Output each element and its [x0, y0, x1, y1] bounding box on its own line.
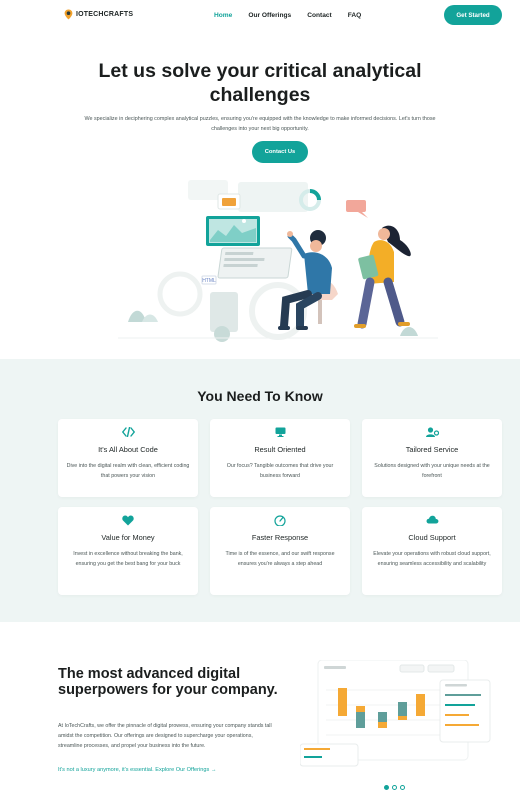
feature-card-result: Result Oriented Our focus? Tangible outc…	[210, 419, 350, 497]
hero-title: Let us solve your critical analytical ch…	[98, 60, 422, 106]
contact-us-button[interactable]: Contact Us	[252, 141, 308, 163]
hero-description: We specialize in deciphering complex ana…	[84, 116, 436, 132]
monitor-icon	[210, 427, 350, 439]
card-title: Value for Money	[101, 533, 155, 542]
card-description: Elevate your operations with robust clou…	[373, 551, 491, 567]
site-header: IOTECHCRAFTS Home Our Offerings Contact …	[0, 0, 520, 36]
advanced-title: The most advanced digital superpowers fo…	[58, 666, 278, 698]
nav-faq[interactable]: FAQ	[340, 11, 370, 21]
code-icon	[58, 427, 198, 439]
nav-home[interactable]: Home	[206, 11, 240, 21]
get-started-button[interactable]: Get Started	[444, 5, 502, 25]
brand-name: IOTECHCRAFTS	[76, 11, 134, 18]
card-description: Dive into the digital realm with clean, …	[66, 463, 190, 479]
section-title: You Need To Know	[197, 388, 323, 404]
carousel-dot[interactable]	[392, 785, 397, 790]
feature-card-cloud: Cloud Support Elevate your operations wi…	[362, 507, 502, 595]
feature-card-response: Faster Response Time is of the essence, …	[210, 507, 350, 595]
card-description: Time is of the essence, and our swift re…	[225, 551, 335, 567]
card-title: It's All About Code	[98, 445, 158, 454]
card-description: Invest in excellence without breaking th…	[73, 551, 183, 567]
feature-card-tailored: Tailored Service Solutions designed with…	[362, 419, 502, 497]
feature-card-code: It's All About Code Dive into the digita…	[58, 419, 198, 497]
card-title: Cloud Support	[408, 533, 456, 542]
carousel-dots	[384, 785, 405, 790]
logo-icon	[64, 9, 73, 20]
you-need-to-know-section: You Need To Know It's All About Code Div…	[0, 359, 520, 622]
card-title: Faster Response	[251, 533, 309, 542]
feature-card-value: Value for Money Invest in excellence wit…	[58, 507, 198, 595]
explore-offerings-link[interactable]: It's not a luxury anymore, it's essentia…	[58, 767, 216, 773]
card-title: Tailored Service	[405, 445, 459, 454]
dashboard-illustration	[300, 660, 491, 767]
speedometer-icon	[210, 515, 350, 527]
user-gear-icon	[362, 427, 502, 439]
cloud-icon	[362, 515, 502, 527]
card-description: Our focus? Tangible outcomes that drive …	[226, 463, 334, 479]
carousel-dot[interactable]	[384, 785, 389, 790]
hero-illustration: HTML CSS	[118, 180, 438, 342]
main-nav: Home Our Offerings Contact FAQ	[206, 11, 369, 21]
svg-text:HTML: HTML	[202, 278, 216, 284]
nav-contact[interactable]: Contact	[299, 11, 340, 21]
card-description: Solutions designed with your unique need…	[374, 463, 490, 479]
arrow-right-icon: →	[210, 767, 217, 773]
card-title: Result Oriented	[254, 445, 306, 454]
nav-our-offerings[interactable]: Our Offerings	[240, 11, 299, 21]
brand-logo[interactable]: IOTECHCRAFTS	[64, 9, 133, 20]
heart-icon	[58, 515, 198, 527]
advanced-description: At IoTechCrafts, we offer the pinnacle o…	[58, 723, 272, 749]
explore-offerings-label: It's not a luxury anymore, it's essentia…	[58, 767, 210, 773]
carousel-dot[interactable]	[400, 785, 405, 790]
